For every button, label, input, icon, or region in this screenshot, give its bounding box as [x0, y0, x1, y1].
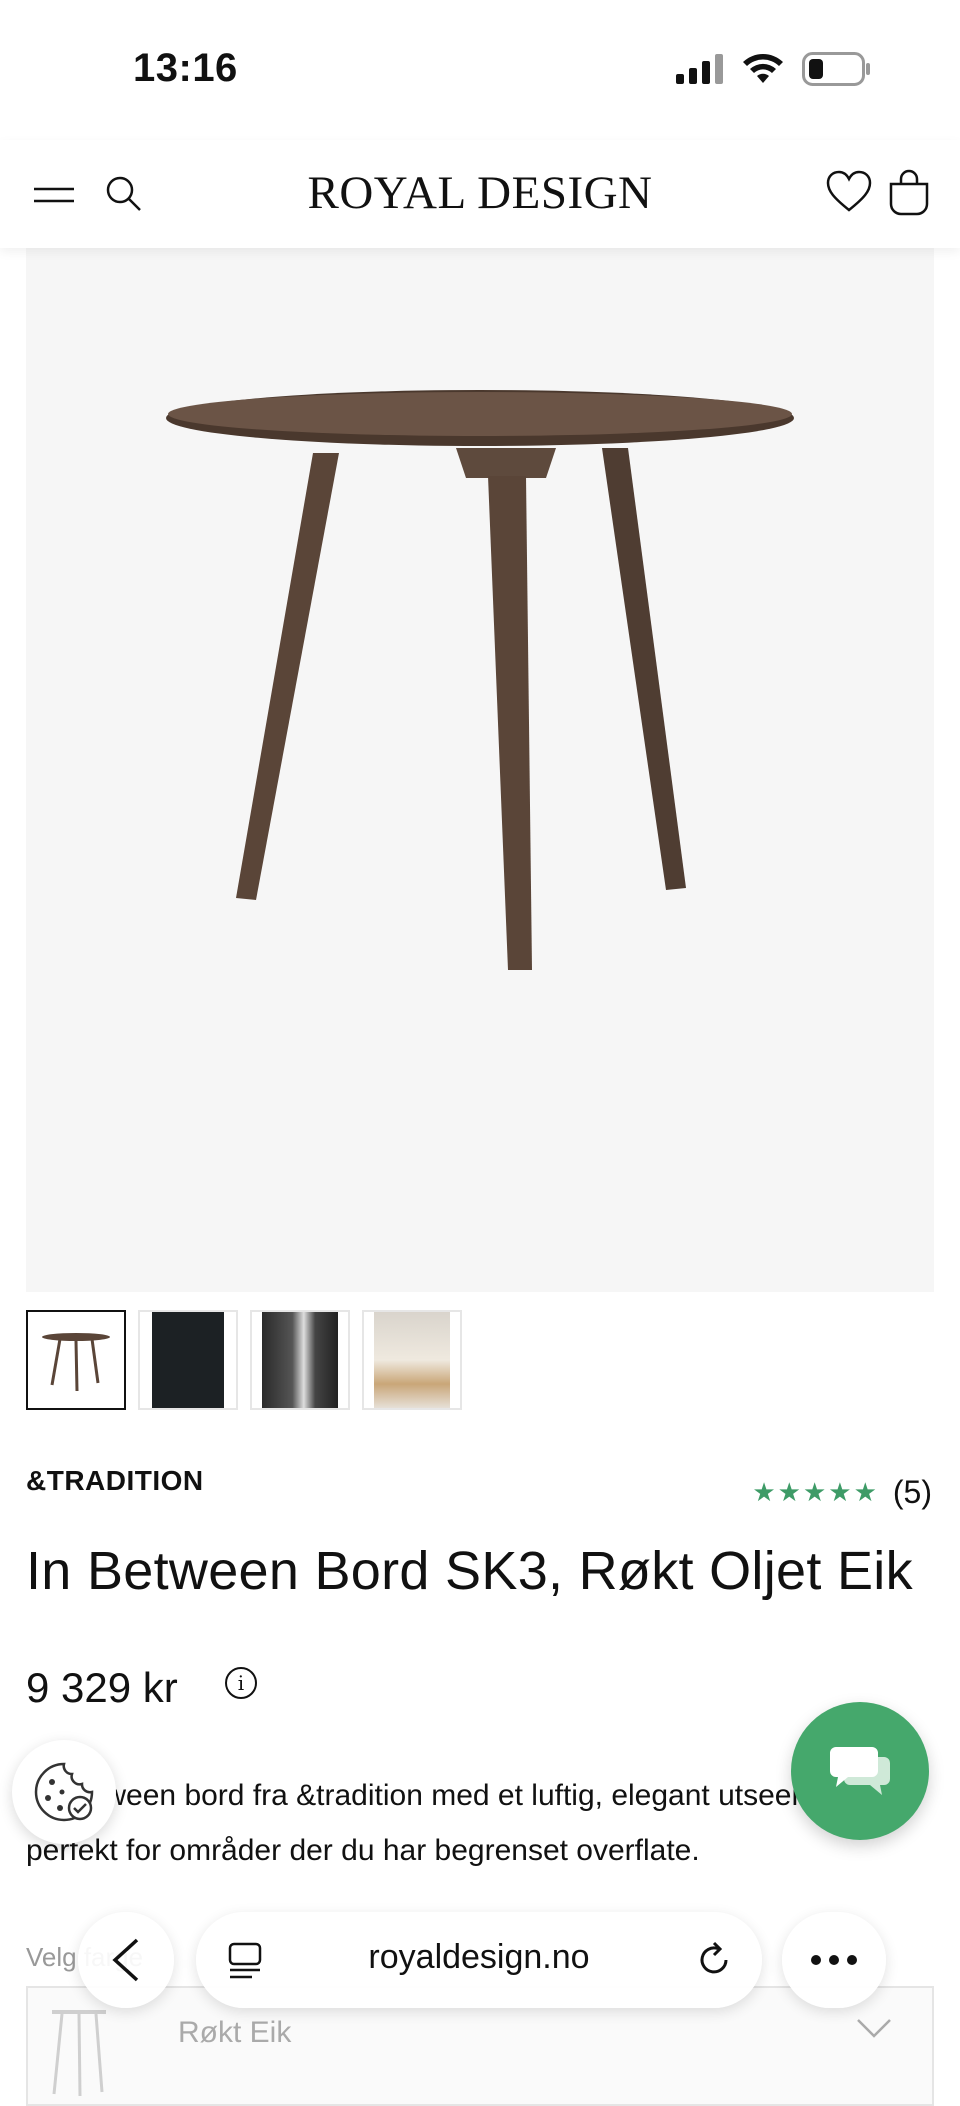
chat-icon	[830, 1747, 890, 1795]
status-time: 13:16	[133, 46, 238, 90]
rating-stars: ★★★★★	[752, 1477, 879, 1507]
variant-value: Røkt Eik	[178, 2016, 292, 2049]
product-title: In Between Bord SK3, Røkt Oljet Eik	[26, 1541, 913, 1601]
thumbnail-4[interactable]	[362, 1310, 462, 1410]
wifi-icon	[743, 54, 783, 83]
thumbnail-3[interactable]	[250, 1310, 350, 1410]
status-bar: 13:16	[0, 0, 960, 140]
thumb-room-image	[262, 1312, 338, 1408]
heart-icon[interactable]	[826, 170, 872, 214]
product-brand[interactable]: &TRADITION	[26, 1465, 204, 1497]
thumb-dining-image	[374, 1312, 450, 1408]
product-rating[interactable]: ★★★★★ (5)	[752, 1474, 932, 1511]
more-options-button[interactable]	[782, 1912, 886, 2008]
variant-table-thumbnail	[52, 2010, 106, 2097]
product-image[interactable]	[26, 248, 934, 1292]
ellipsis-icon	[811, 1955, 857, 1965]
status-icons	[676, 52, 872, 86]
reload-icon[interactable]	[694, 1940, 734, 1980]
table-illustration	[166, 390, 794, 970]
battery-icon	[802, 52, 870, 86]
product-price: 9 329 kr	[26, 1664, 178, 1711]
browser-back-button[interactable]	[78, 1912, 174, 2008]
cookie-settings-button[interactable]	[12, 1740, 116, 1844]
chevron-down-icon	[857, 2019, 891, 2038]
site-header: ROYAL DESIGN	[0, 140, 960, 248]
rating-count: (5)	[892, 1474, 932, 1510]
thumbnail-1[interactable]	[26, 1310, 126, 1410]
info-icon[interactable]: i	[225, 1667, 257, 1699]
signal-icon	[676, 54, 723, 84]
bag-icon[interactable]	[888, 168, 930, 216]
thumbnail-strip	[26, 1310, 462, 1410]
cookie-icon	[34, 1762, 94, 1822]
chat-button[interactable]	[791, 1702, 929, 1840]
address-bar[interactable]: royaldesign.no	[196, 1912, 762, 2008]
site-logo[interactable]: ROYAL DESIGN	[0, 166, 960, 220]
chevron-left-icon	[112, 1938, 139, 1982]
thumb-dark-image	[152, 1312, 224, 1408]
thumb-table-image	[42, 1333, 110, 1392]
url-text: royaldesign.no	[368, 1938, 590, 1976]
thumbnail-2[interactable]	[138, 1310, 238, 1410]
